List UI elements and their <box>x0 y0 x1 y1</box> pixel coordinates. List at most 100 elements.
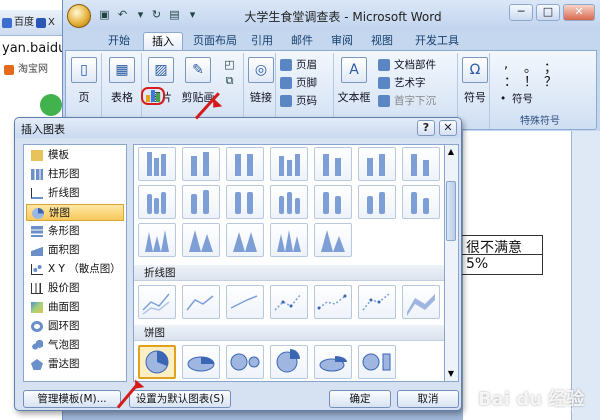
table-button[interactable]: ▦ 表格 <box>105 57 139 105</box>
browser-green-button[interactable] <box>40 94 62 116</box>
browser-tab[interactable]: X <box>34 14 62 32</box>
favorite-link[interactable]: 淘宝网 <box>0 60 62 80</box>
symbol-button[interactable]: Ω 符号 <box>458 57 492 105</box>
column-chart-thumb[interactable] <box>226 147 264 181</box>
tab-developer[interactable]: 开发工具 <box>409 32 465 50</box>
dropdown-icon[interactable]: ▾ <box>133 7 148 22</box>
header-button[interactable]: 页眉 <box>280 57 317 73</box>
pyramid-chart-thumb[interactable] <box>226 223 264 257</box>
chart-type-item[interactable]: 股价图 <box>26 280 124 297</box>
browser-tab[interactable]: 百度 <box>0 14 34 32</box>
pyramid-chart-icon <box>277 230 301 252</box>
column-chart-thumb[interactable] <box>182 147 220 181</box>
chart-type-item[interactable]: 模板 <box>26 147 124 164</box>
restore-button[interactable]: □ <box>536 4 560 21</box>
gallery-scrollbar[interactable]: ▲ ▼ <box>445 144 459 382</box>
chart-type-item-selected[interactable]: 饼图 <box>26 204 124 221</box>
page-button[interactable]: ▯ 页 <box>67 57 101 105</box>
chart-icon[interactable] <box>146 90 160 102</box>
scroll-thumb[interactable] <box>446 181 456 241</box>
pyramid-chart-thumb[interactable] <box>314 223 352 257</box>
column-chart-thumb[interactable] <box>270 147 308 181</box>
exclaim-symbol[interactable]: ！ <box>524 71 537 90</box>
office-button[interactable] <box>67 4 91 28</box>
ok-button[interactable]: 确定 <box>329 390 391 408</box>
set-default-chart-button[interactable]: 设置为默认图表(S) <box>129 390 231 408</box>
cone-chart-thumb[interactable] <box>270 185 308 219</box>
line-chart-thumb[interactable] <box>138 285 176 319</box>
scroll-down-icon[interactable]: ▼ <box>446 369 456 379</box>
textbox-button[interactable]: A 文本框 <box>336 57 372 105</box>
column-chart-thumb[interactable] <box>138 147 176 181</box>
special-symbol-button[interactable]: • 符号 <box>500 91 533 107</box>
docparts-button[interactable]: 文档部件 <box>378 57 436 73</box>
document-page[interactable] <box>463 131 573 420</box>
manage-templates-button[interactable]: 管理模板(M)... <box>23 390 121 408</box>
cone-chart-thumb[interactable] <box>314 185 352 219</box>
browser-url-text[interactable]: yan.baidu <box>0 38 62 60</box>
line-chart-thumb[interactable] <box>226 285 264 319</box>
pie-chart-thumb-selected[interactable] <box>138 345 176 379</box>
chart-type-item[interactable]: 曲面图 <box>26 299 124 316</box>
undo-icon[interactable]: ↶ <box>115 7 130 22</box>
cone-chart-thumb[interactable] <box>358 185 396 219</box>
chart-type-item[interactable]: 条形图 <box>26 223 124 240</box>
pie-3d-chart-thumb[interactable] <box>182 345 220 379</box>
exploded-pie-3d-chart-thumb[interactable] <box>314 345 352 379</box>
chart-type-item[interactable]: 柱形图 <box>26 166 124 183</box>
exploded-pie-chart-thumb[interactable] <box>270 345 308 379</box>
clipart-button[interactable]: ✎ 剪贴画 <box>180 57 216 105</box>
column-chart-thumb[interactable] <box>402 147 440 181</box>
chart-type-item[interactable]: X Y （散点图） <box>26 261 124 278</box>
page-number-button[interactable]: 页码 <box>280 93 317 109</box>
vertical-scrollbar[interactable] <box>571 131 600 420</box>
chart-type-item[interactable]: 雷达图 <box>26 356 124 373</box>
tab-page-layout[interactable]: 页面布局 <box>187 32 243 50</box>
line-chart-thumb[interactable] <box>270 285 308 319</box>
wordart-button[interactable]: 艺术字 <box>378 75 426 91</box>
dropcap-button[interactable]: 首字下沉 <box>378 93 436 109</box>
save-icon[interactable]: ▣ <box>97 7 112 22</box>
close-button[interactable]: ✕ <box>563 4 595 21</box>
cylinder-chart-thumb[interactable] <box>138 185 176 219</box>
comma-symbol[interactable]: , <box>504 57 508 72</box>
chart-type-item[interactable]: 面积图 <box>26 242 124 259</box>
tab-insert[interactable]: 插入 <box>143 32 183 50</box>
chart-type-item[interactable]: 折线图 <box>26 185 124 202</box>
tab-view[interactable]: 视图 <box>365 32 399 50</box>
cone-chart-thumb[interactable] <box>402 185 440 219</box>
pyramid-chart-thumb[interactable] <box>270 223 308 257</box>
column-chart-thumb[interactable] <box>314 147 352 181</box>
cylinder-chart-thumb[interactable] <box>182 185 220 219</box>
cancel-button[interactable]: 取消 <box>397 390 459 408</box>
chart-type-item[interactable]: 圆环图 <box>26 318 124 335</box>
help-button[interactable]: ? <box>417 120 435 136</box>
line-chart-thumb[interactable] <box>182 285 220 319</box>
pyramid-chart-thumb[interactable] <box>182 223 220 257</box>
cylinder-chart-thumb[interactable] <box>226 185 264 219</box>
smartart-icon[interactable]: ⧉ <box>222 73 237 88</box>
customize-icon[interactable]: ▾ <box>185 7 200 22</box>
line-chart-thumb[interactable] <box>358 285 396 319</box>
pie-of-pie-chart-thumb[interactable] <box>226 345 264 379</box>
pyramid-chart-thumb[interactable] <box>138 223 176 257</box>
link-button[interactable]: ◎ 链接 <box>244 57 278 105</box>
column-chart-thumb[interactable] <box>358 147 396 181</box>
scroll-up-icon[interactable]: ▲ <box>446 147 456 157</box>
shapes-icon[interactable]: ◰ <box>222 57 237 72</box>
chart-type-item[interactable]: 气泡图 <box>26 337 124 354</box>
line-chart-thumb[interactable] <box>314 285 352 319</box>
tab-review[interactable]: 审阅 <box>325 32 359 50</box>
question-symbol[interactable]: ？ <box>544 71 557 90</box>
footer-button[interactable]: 页脚 <box>280 75 317 91</box>
tab-mailings[interactable]: 邮件 <box>285 32 319 50</box>
print-icon[interactable]: ▤ <box>167 7 182 22</box>
redo-icon[interactable]: ↻ <box>149 7 164 22</box>
tab-references[interactable]: 引用 <box>245 32 279 50</box>
line-3d-chart-thumb[interactable] <box>402 285 440 319</box>
bar-of-pie-chart-thumb[interactable] <box>358 345 396 379</box>
tab-home[interactable]: 开始 <box>99 32 139 50</box>
dialog-close-button[interactable]: ✕ <box>439 120 457 136</box>
colon-symbol[interactable]: ： <box>504 71 517 90</box>
minimize-button[interactable]: ─ <box>509 4 533 21</box>
